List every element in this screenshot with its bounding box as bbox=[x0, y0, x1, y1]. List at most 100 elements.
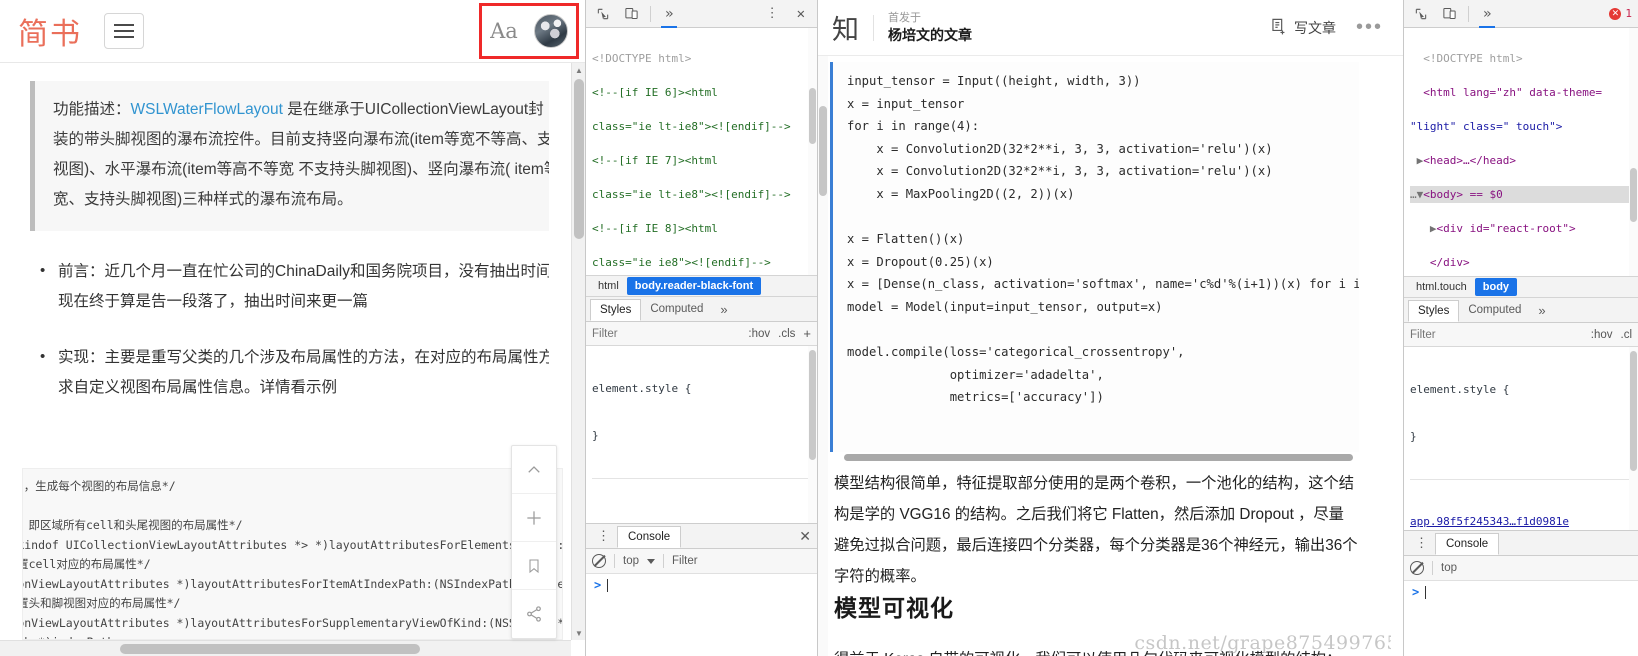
breadcrumb-item-html[interactable]: html.touch bbox=[1408, 278, 1475, 296]
header-divider bbox=[873, 15, 874, 41]
styles-pane-container[interactable]: element.style { } body.reader web-b70e53… bbox=[586, 346, 817, 523]
styles-filter-input[interactable]: Filter bbox=[1410, 329, 1583, 341]
hov-toggle[interactable]: :hov bbox=[1591, 329, 1613, 341]
dom-ellipsis: … bbox=[1410, 188, 1417, 201]
devtools-panel-jianshu: » ⋮ ✕ <!DOCTYPE html> <!--[if IE 6]><htm… bbox=[586, 0, 818, 656]
tab-styles[interactable]: Styles bbox=[590, 299, 641, 321]
dom-line: <!--[if IE 6]><html bbox=[592, 86, 718, 99]
user-avatar[interactable] bbox=[534, 14, 568, 48]
hov-toggle[interactable]: :hov bbox=[748, 328, 770, 340]
console-prompt-row[interactable]: > bbox=[586, 574, 817, 596]
hamburger-icon[interactable] bbox=[104, 13, 144, 49]
dom-tree-container[interactable]: <!DOCTYPE html> <!--[if IE 6]><html clas… bbox=[586, 28, 817, 275]
error-dot-icon: ✕ bbox=[1609, 8, 1621, 20]
dom-line: <!--[if IE 8]><html bbox=[592, 222, 718, 235]
new-style-rule-button[interactable]: + bbox=[803, 326, 811, 341]
zhihu-article-body: input_tensor = Input((height, width, 3))… bbox=[818, 56, 1403, 656]
console-prompt-row[interactable]: > bbox=[1404, 581, 1638, 603]
breadcrumb-item-body[interactable]: body bbox=[1475, 278, 1517, 296]
code-horizontal-scrollbar[interactable] bbox=[830, 452, 1359, 462]
styles-scrollbar[interactable] bbox=[808, 346, 817, 523]
paragraph-line: 字符的概率。 bbox=[834, 561, 1367, 592]
dom-line-selected[interactable]: <body> == $0 bbox=[1423, 188, 1502, 201]
styles-pane[interactable]: element.style { } app.98f5f245343…f1d098… bbox=[1404, 347, 1638, 530]
bullet-0-line2: 现在终于算是告一段落了，抽出时间来更一篇 bbox=[58, 287, 549, 317]
more-options-icon[interactable]: ⋮ bbox=[590, 533, 617, 539]
share-icon[interactable] bbox=[512, 590, 556, 638]
page-scrollbar[interactable] bbox=[1391, 56, 1403, 656]
tab-computed[interactable]: Computed bbox=[641, 299, 712, 319]
expand-triangle-icon[interactable]: ▶ bbox=[1430, 222, 1437, 235]
scroll-up-arrow[interactable]: ▲ bbox=[572, 63, 586, 77]
cls-toggle[interactable]: .cls bbox=[778, 328, 795, 340]
breadcrumb-item-body[interactable]: body.reader-black-font bbox=[627, 277, 761, 295]
styles-scrollbar[interactable] bbox=[1629, 347, 1638, 530]
font-size-button[interactable]: Aa bbox=[490, 19, 518, 43]
inspect-element-icon[interactable] bbox=[592, 4, 614, 24]
publish-source: 首发于 杨培文的文章 bbox=[888, 11, 972, 45]
dom-scrollbar[interactable] bbox=[808, 28, 817, 275]
styles-pane[interactable]: element.style { } body.reader web-b70e53… bbox=[586, 346, 817, 523]
close-icon[interactable]: ✕ bbox=[791, 6, 811, 22]
devtools-toolbar: » ⋮ ✕ bbox=[586, 0, 817, 28]
chevron-down-icon[interactable] bbox=[647, 559, 655, 564]
styles-tabbar: Styles Computed » bbox=[1404, 298, 1638, 323]
styles-pane-container[interactable]: element.style { } app.98f5f245343…f1d098… bbox=[1404, 347, 1638, 530]
element-style-selector: element.style { bbox=[1410, 382, 1632, 398]
scroll-down-arrow[interactable]: ▼ bbox=[572, 626, 586, 640]
console-context-selector[interactable]: top bbox=[623, 555, 639, 567]
article-code-block: input_tensor = Input((height, width, 3))… bbox=[830, 62, 1359, 452]
vertical-scrollbar[interactable]: ▲ ▼ bbox=[571, 63, 585, 640]
console-text-caret bbox=[1425, 586, 1426, 599]
jianshu-logo[interactable]: 简书 bbox=[18, 9, 82, 53]
dom-line: </div> bbox=[1430, 256, 1470, 269]
cls-toggle[interactable]: .cl bbox=[1621, 329, 1633, 341]
dom-tree[interactable]: <!DOCTYPE html> <!--[if IE 6]><html clas… bbox=[586, 28, 817, 275]
breadcrumb: html.touch body bbox=[1404, 276, 1638, 298]
devtools-panel-zhihu: » ✕ 1 <!DOCTYPE html> <html lang="zh" da… bbox=[1404, 0, 1638, 656]
device-toolbar-icon[interactable] bbox=[1438, 4, 1460, 24]
tab-console[interactable]: Console bbox=[1435, 533, 1499, 555]
element-style-close: } bbox=[1410, 429, 1632, 445]
console-filter-input[interactable]: Filter bbox=[672, 555, 698, 567]
plus-icon[interactable] bbox=[512, 494, 556, 542]
console-context-selector[interactable]: top bbox=[1441, 562, 1457, 574]
tab-console[interactable]: Console bbox=[617, 526, 681, 548]
dom-scrollbar[interactable] bbox=[1629, 28, 1638, 276]
more-options-icon[interactable]: ⋮ bbox=[1408, 540, 1435, 546]
clear-console-icon[interactable] bbox=[592, 554, 606, 568]
scrollbar-thumb-h[interactable] bbox=[120, 644, 420, 654]
chevron-double-right-icon[interactable]: » bbox=[659, 6, 679, 22]
column-name[interactable]: 杨培文的文章 bbox=[888, 26, 972, 45]
tab-styles[interactable]: Styles bbox=[1408, 300, 1459, 322]
chevron-double-right-icon[interactable]: » bbox=[1477, 6, 1497, 22]
chevron-double-right-icon[interactable]: » bbox=[712, 302, 735, 317]
more-options-icon[interactable]: ⋮ bbox=[760, 11, 785, 17]
more-horizontal-icon[interactable]: ••• bbox=[1356, 16, 1389, 39]
inspect-element-icon[interactable] bbox=[1410, 4, 1432, 24]
bookmark-icon[interactable] bbox=[512, 542, 556, 590]
scrollbar-thumb[interactable] bbox=[574, 79, 584, 239]
zhihu-logo[interactable]: 知 bbox=[832, 8, 859, 47]
horizontal-scrollbar[interactable] bbox=[0, 640, 571, 656]
error-badge-icon[interactable]: ✕ 1 bbox=[1609, 7, 1632, 20]
left-rail-scrollbar[interactable] bbox=[818, 56, 828, 656]
tab-computed[interactable]: Computed bbox=[1459, 300, 1530, 320]
wslwaterflowlayout-link[interactable]: WSLWaterFlowLayout bbox=[131, 101, 283, 118]
breadcrumb-item-html[interactable]: html bbox=[590, 277, 627, 295]
dom-line: class="ie lt-ie8"><![endif]--> bbox=[592, 120, 791, 133]
dom-tree[interactable]: <!DOCTYPE html> <html lang="zh" data-the… bbox=[1404, 28, 1638, 276]
quote-line3: 视图)、水平瀑布流(item等高不等宽 不支持头脚视图)、竖向瀑布流( item… bbox=[53, 155, 535, 185]
chevron-double-right-icon[interactable]: » bbox=[1530, 303, 1553, 318]
write-article-button[interactable]: 写文章 bbox=[1269, 17, 1336, 39]
chevron-up-icon[interactable] bbox=[512, 446, 556, 494]
stylesheet-source-link[interactable]: app.98f5f245343…f1d0981e bbox=[1410, 515, 1569, 528]
article-code-text: input_tensor = Input((height, width, 3))… bbox=[833, 62, 1359, 409]
device-toolbar-icon[interactable] bbox=[620, 4, 642, 24]
devtools-toolbar: » ✕ 1 bbox=[1404, 0, 1638, 28]
console-filter-bar: top Filter bbox=[586, 549, 817, 574]
close-icon[interactable]: ✕ bbox=[793, 528, 817, 545]
clear-console-icon[interactable] bbox=[1410, 561, 1424, 575]
dom-tree-container[interactable]: <!DOCTYPE html> <html lang="zh" data-the… bbox=[1404, 28, 1638, 276]
styles-filter-input[interactable]: Filter bbox=[592, 328, 740, 340]
